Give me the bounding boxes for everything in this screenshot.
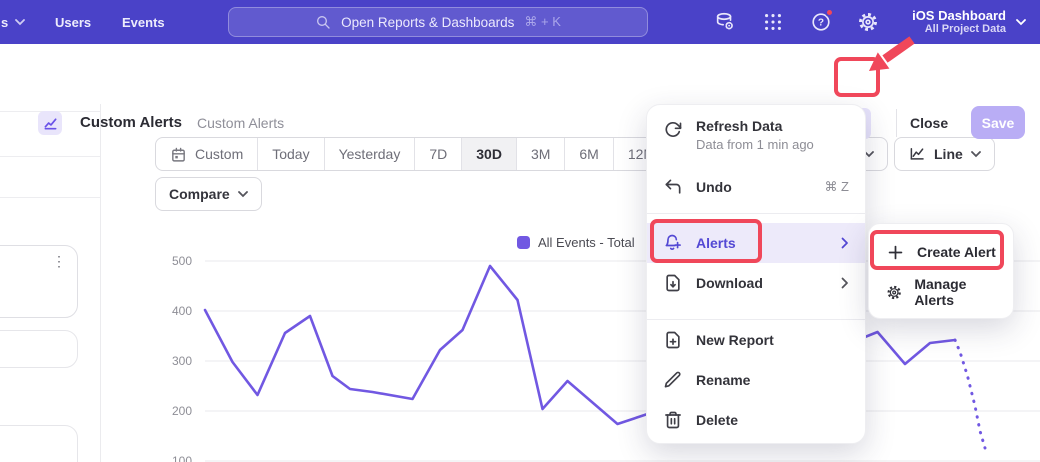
mini-line-chart-icon (43, 116, 58, 131)
nav-item-users[interactable]: Users (55, 0, 91, 44)
page-title: Custom Alerts (80, 114, 182, 131)
svg-text:?: ? (818, 18, 824, 29)
date-range-6m[interactable]: 6M (564, 138, 612, 170)
project-subtitle: All Project Data (912, 23, 1006, 36)
report-header: Custom Alerts Custom Alerts GV Duplicate… (0, 44, 1040, 100)
menu-divider (647, 213, 865, 214)
sidebar-card[interactable] (0, 330, 78, 368)
project-switcher[interactable]: iOS Dashboard All Project Data (912, 0, 1026, 44)
submenu-item-create-alert[interactable]: Create Alert (869, 233, 1013, 271)
legend-label: All Events - Total (538, 235, 635, 250)
menu-item-delete[interactable]: Delete (647, 400, 865, 440)
chevron-down-icon (238, 191, 248, 198)
nav-item-boards-cut[interactable]: s (1, 0, 25, 44)
menu-item-rename[interactable]: Rename (647, 360, 865, 400)
chevron-right-icon (841, 237, 849, 249)
kebab-menu-icon[interactable]: ⋮ (52, 253, 66, 270)
search-icon (315, 14, 331, 30)
apps-grid-icon[interactable] (762, 11, 784, 33)
project-title: iOS Dashboard (912, 8, 1006, 23)
svg-text:200: 200 (172, 404, 192, 418)
close-button[interactable]: Close (910, 115, 948, 131)
calendar-icon (170, 146, 187, 163)
data-management-icon[interactable] (714, 11, 736, 33)
date-range-label: Custom (195, 146, 243, 162)
breadcrumb: Custom Alerts (197, 115, 284, 131)
menu-item-undo[interactable]: Undo ⌘ Z (647, 167, 865, 207)
undo-icon (663, 177, 683, 197)
undo-shortcut: ⌘ Z (824, 179, 849, 195)
compare-button[interactable]: Compare (155, 177, 262, 211)
chart-type-line-button[interactable]: Line (894, 137, 995, 171)
date-range-yesterday[interactable]: Yesterday (324, 138, 415, 170)
plus-icon (886, 243, 905, 262)
legend-swatch (517, 236, 530, 249)
date-range-7d[interactable]: 7D (414, 138, 461, 170)
download-file-icon (663, 273, 683, 293)
chevron-right-icon (841, 277, 849, 289)
nav-item-events[interactable]: Events (122, 0, 165, 44)
menu-item-download[interactable]: Download (647, 263, 865, 303)
search-input[interactable]: Open Reports & Dashboards ⌘ + K (228, 7, 648, 37)
date-range-3m[interactable]: 3M (516, 138, 564, 170)
date-range-30d-selected[interactable]: 30D (461, 138, 516, 170)
chevron-down-icon (1016, 19, 1026, 26)
top-navigation-bar: s Users Events Open Reports & Dashboards… (0, 0, 1040, 44)
date-range-custom[interactable]: Custom (156, 138, 257, 170)
settings-gear-icon[interactable] (857, 11, 879, 33)
bell-plus-icon (663, 233, 683, 253)
report-type-badge (38, 111, 62, 135)
menu-item-new-report[interactable]: New Report (647, 320, 865, 360)
date-range-segmented-control: Custom Today Yesterday 7D 30D 3M 6M 12M (155, 137, 670, 171)
chevron-down-icon (971, 151, 981, 158)
sidebar-vertical-divider (100, 104, 101, 462)
svg-text:300: 300 (172, 354, 192, 368)
sidebar-metric-card[interactable] (0, 245, 78, 318)
date-range-today[interactable]: Today (257, 138, 323, 170)
submenu-item-manage-alerts[interactable]: Manage Alerts (869, 273, 1013, 311)
refresh-status-text: Data from 1 min ago (696, 137, 814, 152)
sidebar-row-divider (0, 197, 100, 198)
notification-dot (825, 8, 834, 17)
chevron-down-icon (15, 19, 25, 26)
save-button[interactable]: Save (971, 106, 1025, 139)
chart-legend: All Events - Total (517, 235, 635, 250)
alerts-submenu: Create Alert Manage Alerts (868, 223, 1014, 319)
pencil-icon (663, 370, 683, 390)
sidebar-row-divider (0, 156, 100, 157)
trash-icon (663, 410, 683, 430)
sidebar-card[interactable] (0, 425, 78, 462)
gear-icon (886, 283, 902, 302)
help-icon[interactable]: ? (810, 11, 832, 33)
search-placeholder: Open Reports & Dashboards (341, 15, 514, 30)
search-shortcut: ⌘ + K (524, 14, 561, 30)
new-report-icon (663, 330, 683, 350)
line-chart-icon (908, 145, 926, 163)
svg-text:400: 400 (172, 304, 192, 318)
refresh-icon (663, 120, 683, 140)
header-divider (896, 109, 897, 137)
svg-text:500: 500 (172, 254, 192, 268)
menu-item-alerts[interactable]: Alerts (647, 223, 865, 263)
svg-text:100: 100 (172, 454, 192, 462)
menu-item-refresh-data[interactable]: Refresh Data Data from 1 min ago (647, 115, 865, 159)
more-options-menu: Refresh Data Data from 1 min ago Undo ⌘ … (646, 104, 866, 444)
